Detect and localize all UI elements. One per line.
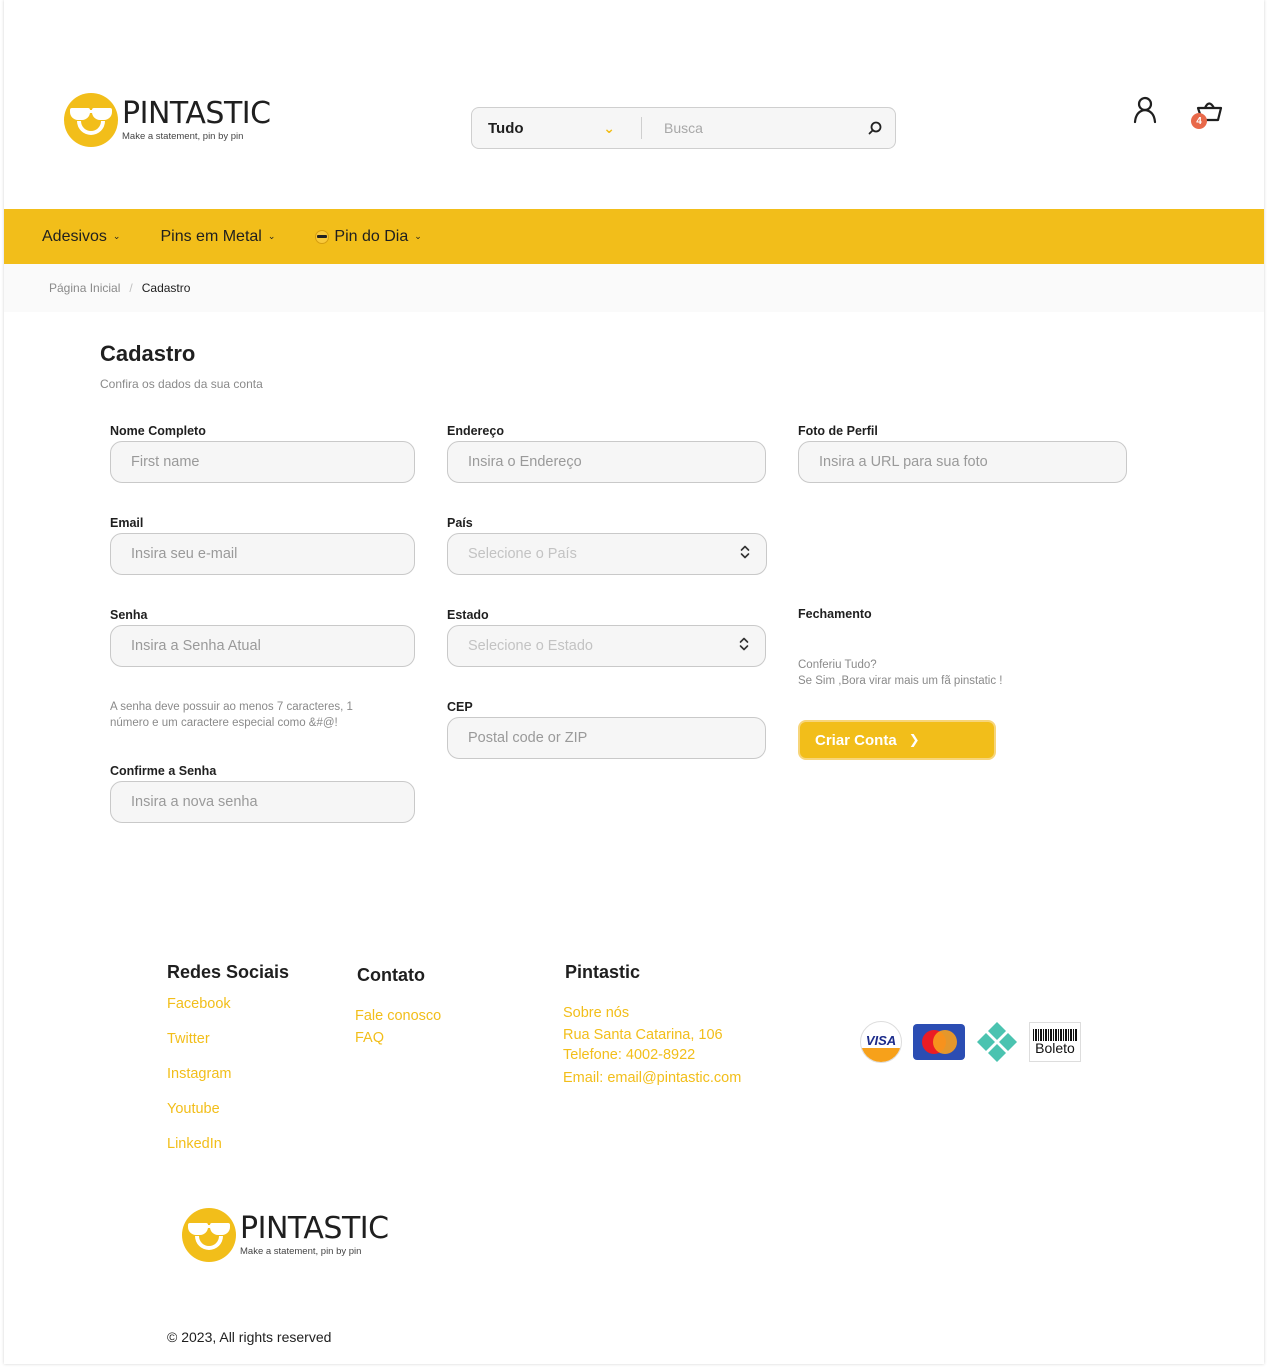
photo-url-input[interactable] (819, 454, 1126, 470)
footer-logo-brand-name: PINTASTIC (240, 1210, 389, 1246)
closing-label: Fechamento (798, 607, 872, 621)
footer-link-sobre-nos[interactable]: Sobre nós (563, 1005, 629, 1021)
password-input[interactable] (131, 638, 414, 654)
state-select[interactable]: Selecione o Estado (447, 625, 766, 667)
search-category-label: Tudo (488, 119, 524, 137)
footer-address: Rua Santa Catarina, 106 (563, 1027, 723, 1043)
photo-url-field[interactable] (798, 441, 1127, 483)
page-subtitle: Confira os dados da sua conta (100, 377, 263, 391)
pix-icon (975, 1020, 1019, 1064)
footer-phone[interactable]: Telefone: 4002-8922 (563, 1047, 695, 1063)
email-input[interactable] (131, 546, 414, 562)
boleto-text: Boleto (1035, 1040, 1075, 1056)
footer-email[interactable]: Email: email@pintastic.com (563, 1070, 741, 1086)
footer-company-title: Pintastic (565, 962, 641, 982)
updown-chevron-icon (740, 545, 750, 563)
search-input[interactable] (642, 120, 855, 136)
email-label: Email (110, 516, 144, 530)
chevron-down-icon: ⌄ (112, 231, 121, 241)
payment-methods: VISA Boleto (860, 1020, 1081, 1064)
search-icon[interactable] (855, 120, 895, 136)
footer-contact-title: Contato (357, 965, 425, 985)
country-select-value: Selecione o País (468, 546, 577, 562)
copyright-text: © 2023, All rights reserved (167, 1329, 332, 1345)
zip-input[interactable] (468, 730, 765, 746)
logo-tagline: Make a statement, pin by pin (122, 130, 244, 142)
footer-link-instagram[interactable]: Instagram (167, 1066, 231, 1082)
photo-label: Foto de Perfil (798, 424, 878, 438)
category-navbar: Adesivos ⌄ Pins em Metal ⌄ Pin do Dia ⌄ (4, 209, 1264, 264)
email-field[interactable] (110, 533, 415, 575)
sunglasses-emoji-icon (315, 229, 330, 244)
mastercard-icon (913, 1024, 965, 1060)
address-label: Endereço (447, 424, 504, 438)
footer-link-linkedin[interactable]: LinkedIn (167, 1136, 222, 1152)
nav-item-adesivos[interactable]: Adesivos ⌄ (42, 228, 120, 246)
state-select-value: Selecione o Estado (468, 638, 593, 654)
breadcrumb: Página Inicial / Cadastro (4, 264, 1264, 312)
password-hint: A senha deve possuir ao menos 7 caracter… (110, 701, 353, 729)
confirm-password-input[interactable] (131, 794, 414, 810)
page: PINTASTIC Make a statement, pin by pin T… (4, 0, 1264, 1364)
logo-face-icon (64, 93, 118, 147)
breadcrumb-current: Cadastro (141, 281, 191, 295)
page-title: Cadastro (100, 341, 196, 366)
search-bar: Tudo ⌄ (471, 107, 896, 149)
footer-link-twitter[interactable]: Twitter (167, 1031, 210, 1047)
confirm-password-label: Confirme a Senha (110, 764, 217, 778)
chevron-down-icon: ⌄ (267, 231, 276, 241)
footer-link-youtube[interactable]: Youtube (167, 1101, 220, 1117)
password-field[interactable] (110, 625, 415, 667)
nav-item-label: Pin do Dia (334, 227, 409, 245)
state-label: Estado (447, 608, 489, 622)
zip-field[interactable] (447, 717, 766, 759)
address-field[interactable] (447, 441, 766, 483)
address-input[interactable] (468, 454, 765, 470)
search-category-select[interactable]: Tudo ⌄ (472, 117, 642, 139)
chevron-down-icon: ⌄ (603, 119, 615, 136)
nav-item-label: Adesivos (42, 227, 107, 245)
footer-link-faq[interactable]: FAQ (355, 1030, 384, 1046)
country-select[interactable]: Selecione o País (447, 533, 767, 575)
footer-link-fale-conosco[interactable]: Fale conosco (355, 1008, 441, 1024)
boleto-icon: Boleto (1029, 1022, 1081, 1062)
create-account-button[interactable]: Criar Conta ❯ (798, 720, 996, 760)
password-label: Senha (110, 608, 148, 622)
create-account-label: Criar Conta (815, 731, 897, 749)
cart-count-badge: 4 (1191, 113, 1207, 129)
nav-item-pin-do-dia[interactable]: Pin do Dia ⌄ (315, 227, 422, 246)
user-account-icon[interactable] (1132, 96, 1158, 129)
name-input[interactable] (131, 454, 414, 470)
nav-item-label: Pins em Metal (160, 227, 262, 245)
visa-text: VISA (865, 1032, 897, 1048)
logo-brand-name: PINTASTIC (122, 95, 271, 131)
footer-logo[interactable]: PINTASTIC Make a statement, pin by pin (182, 1208, 389, 1262)
confirm-password-field[interactable] (110, 781, 415, 823)
updown-chevron-icon (739, 637, 749, 655)
name-label: Nome Completo (110, 424, 206, 438)
breadcrumb-separator: / (129, 281, 133, 295)
footer-link-facebook[interactable]: Facebook (167, 996, 231, 1012)
chevron-down-icon: ⌄ (414, 231, 422, 241)
country-label: País (447, 516, 473, 530)
zip-label: CEP (447, 700, 473, 714)
nav-item-pins-em-metal[interactable]: Pins em Metal ⌄ (160, 228, 275, 246)
closing-line-2: Se Sim ,Bora virar mais um fã pinstatic … (798, 675, 1003, 687)
visa-icon: VISA (860, 1021, 902, 1063)
header-logo[interactable]: PINTASTIC Make a statement, pin by pin (64, 93, 271, 147)
logo-face-icon (182, 1208, 236, 1262)
closing-line-1: Conferiu Tudo? (798, 659, 877, 671)
chevron-right-icon: ❯ (908, 732, 920, 747)
footer-social-title: Redes Sociais (167, 962, 290, 982)
breadcrumb-home-link[interactable]: Página Inicial (49, 281, 120, 295)
name-field[interactable] (110, 441, 415, 483)
footer-logo-tagline: Make a statement, pin by pin (240, 1245, 362, 1257)
